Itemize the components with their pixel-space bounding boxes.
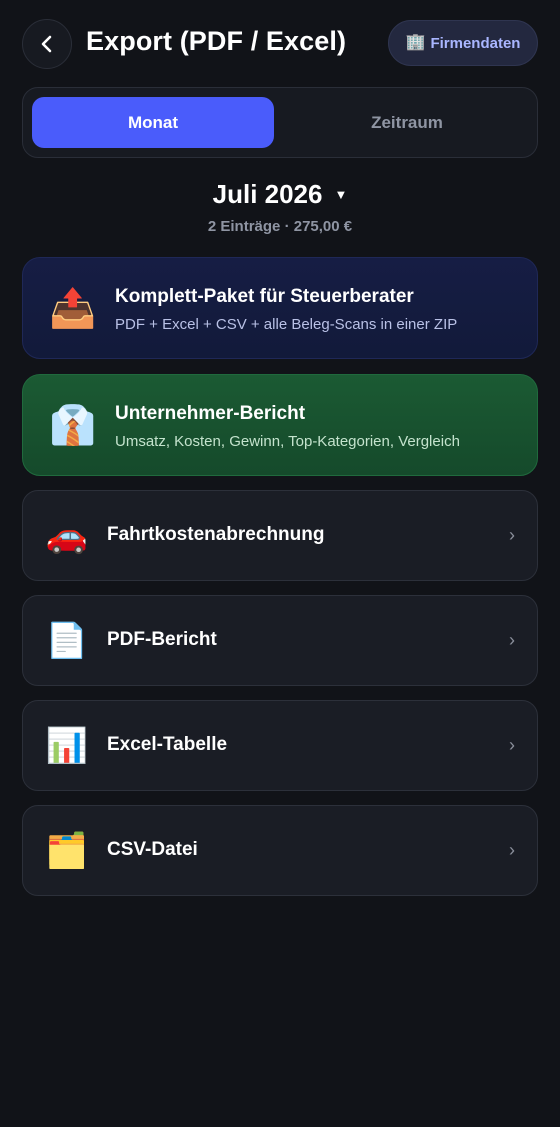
list-item-pdf[interactable]: 📄 PDF-Bericht › (22, 595, 538, 686)
complete-package-card[interactable]: 📤 Komplett-Paket für Steuerberater PDF +… (22, 257, 538, 359)
company-data-label: Firmendaten (430, 34, 521, 52)
office-building-icon: 🏢 (405, 34, 426, 51)
folder-icon: 🗂️ (45, 832, 89, 870)
export-screen: Export (PDF / Excel) 🏢 Firmendaten Monat… (0, 0, 560, 1127)
outbox-tray-icon: 📤 (49, 288, 97, 330)
list-item-excel[interactable]: 📊 Excel-Tabelle › (22, 700, 538, 791)
chevron-right-icon: › (509, 840, 515, 860)
document-icon: 📄 (45, 622, 89, 660)
selected-month: Juli 2026 (212, 178, 323, 209)
list-item-label: PDF-Bericht (107, 629, 217, 650)
month-selector[interactable]: Juli 2026 ▼ (0, 174, 560, 214)
complete-package-title: Komplett-Paket für Steuerberater (115, 286, 414, 307)
company-data-button[interactable]: 🏢 Firmendaten (388, 20, 538, 66)
business-report-card[interactable]: 👔 Unternehmer-Bericht Umsatz, Kosten, Ge… (22, 374, 538, 476)
business-report-subtitle: Umsatz, Kosten, Gewinn, Top-Kategorien, … (115, 433, 460, 450)
list-item-label: Excel-Tabelle (107, 734, 228, 755)
list-item-label: CSV-Datei (107, 839, 198, 860)
period-mode-toggle: Monat Zeitraum (22, 87, 538, 158)
entries-summary: 2 Einträge · 275,00 € (207, 218, 353, 235)
back-button[interactable] (22, 19, 72, 69)
shirt-tie-icon: 👔 (49, 405, 97, 447)
chevron-right-icon: › (509, 735, 515, 755)
tab-range[interactable]: Zeitraum (286, 97, 528, 148)
chevron-right-icon: › (509, 525, 515, 545)
chevron-left-icon (41, 35, 52, 53)
list-item-label: Fahrtkostenabrechnung (107, 524, 325, 545)
list-item-csv[interactable]: 🗂️ CSV-Datei › (22, 805, 538, 896)
list-item-mileage[interactable]: 🚗 Fahrtkostenabrechnung › (22, 490, 538, 581)
chevron-right-icon: › (509, 630, 515, 650)
tab-month[interactable]: Monat (32, 97, 274, 148)
app-header: Export (PDF / Excel) 🏢 Firmendaten (0, 0, 560, 88)
caret-down-icon: ▼ (334, 186, 348, 202)
page-title: Export (PDF / Excel) (86, 26, 347, 56)
business-report-title: Unternehmer-Bericht (115, 403, 306, 424)
complete-package-subtitle: PDF + Excel + CSV + alle Beleg-Scans in … (115, 316, 458, 333)
bar-chart-icon: 📊 (45, 727, 89, 765)
car-icon: 🚗 (45, 517, 89, 555)
